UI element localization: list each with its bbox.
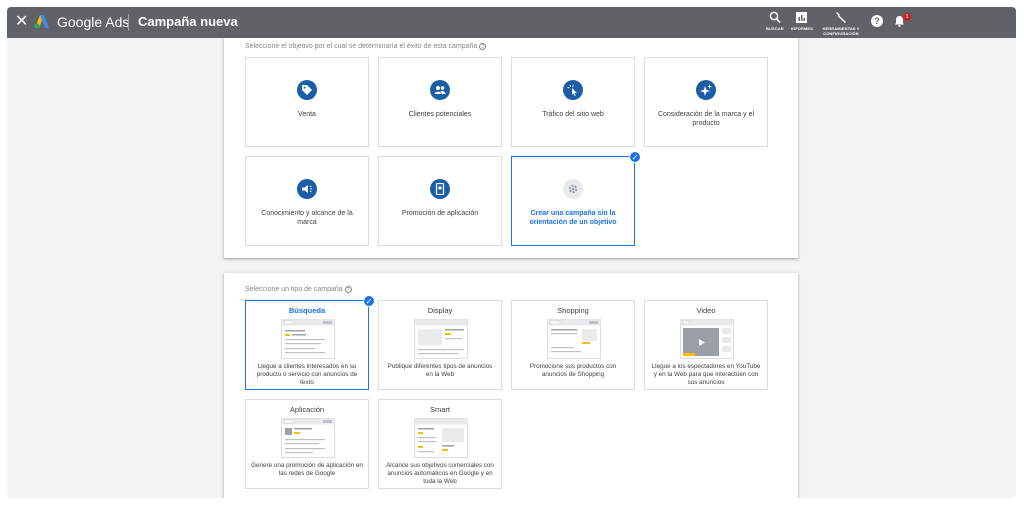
campaign-type-title: Shopping (557, 306, 589, 315)
objectives-panel: Seleccione el objetivo por el cual se de… (224, 38, 798, 258)
wrench-icon (836, 12, 846, 23)
gear-icon (563, 179, 583, 199)
objective-card-sin-objetivo[interactable]: Crear una campaña sin la orientación de … (511, 156, 635, 246)
reports-tool-button[interactable]: INFORMES (791, 11, 813, 31)
search-tool-label: BUSCAR (766, 26, 784, 31)
brand-name: Google Ads (57, 14, 130, 30)
search-icon (769, 11, 781, 24)
objective-card-venta[interactable]: Venta (245, 57, 369, 147)
cursor-click-icon (563, 80, 583, 100)
campaign-type-busqueda[interactable]: Búsqueda Llegue a clientes interesados e… (245, 300, 369, 390)
campaign-type-smart[interactable]: Smart Alcance sus objetivos comerciales … (378, 399, 502, 489)
campaign-type-section-label: Seleccione un tipo de campaña? (245, 286, 352, 293)
people-icon (430, 80, 450, 100)
objective-label: Venta (298, 111, 316, 118)
objective-card-trafico[interactable]: Tráfico del sitio web (511, 57, 635, 147)
app-ad-thumbnail (281, 418, 335, 458)
campaign-type-description: Llegue a clientes interesados en su prod… (256, 363, 358, 386)
objective-label: Conocimiento y alcance de la marca (261, 210, 353, 226)
help-circle-icon[interactable]: ? (344, 286, 352, 293)
tag-icon (297, 80, 317, 100)
campaign-type-title: Aplicación (289, 405, 325, 414)
reports-icon (796, 12, 808, 23)
campaign-type-shopping[interactable]: Shopping Promocione sus productos con an… (511, 300, 635, 390)
phone-icon (430, 179, 450, 199)
search-tool-button[interactable]: BUSCAR (766, 11, 784, 31)
selected-check-icon: ✓ (363, 295, 375, 307)
search-ad-thumbnail (281, 319, 335, 359)
campaign-type-panel: Seleccione un tipo de campaña? Búsqueda … (224, 273, 798, 498)
objective-card-promocion-aplicacion[interactable]: Promoción de aplicación (378, 156, 502, 246)
objective-label: Consideración de la marca y el producto (657, 111, 755, 127)
campaign-type-description: Genere una promoción de aplicación en la… (251, 462, 363, 477)
campaign-type-label-text: Seleccione un tipo de campaña (245, 286, 343, 293)
campaign-type-title: Display (427, 306, 453, 315)
objective-card-clientes-potenciales[interactable]: Clientes potenciales (378, 57, 502, 147)
tools-settings-button[interactable]: HERRAMIENTAS Y CONFIGURACIÓN (821, 11, 861, 36)
help-circle-icon[interactable]: ? (479, 43, 487, 50)
campaign-type-aplicacion[interactable]: Aplicación Genere una promoción de aplic… (245, 399, 369, 489)
objective-card-conocimiento[interactable]: Conocimiento y alcance de la marca (245, 156, 369, 246)
close-icon[interactable]: ✕ (15, 13, 28, 31)
campaign-type-description: Publique diferentes tipos de anuncios en… (387, 363, 493, 378)
sparkle-icon (696, 80, 716, 100)
selected-check-icon: ✓ (629, 151, 641, 163)
display-ad-thumbnail (414, 319, 468, 359)
google-ads-logo (34, 15, 49, 29)
objective-label: Clientes potenciales (408, 111, 472, 118)
objective-card-consideracion[interactable]: Consideración de la marca y el producto (644, 57, 768, 147)
objective-label: Tráfico del sitio web (542, 111, 604, 118)
top-bar: ✕ Google Ads Campaña nueva BUSCAR INFORM… (7, 7, 1016, 38)
notification-badge: 1 (903, 13, 911, 21)
page-title: Campaña nueva (138, 14, 238, 29)
campaign-type-title: Búsqueda (288, 306, 326, 315)
campaign-type-title: Video (696, 306, 716, 315)
campaign-type-title: Smart (429, 405, 450, 414)
help-icon[interactable]: ? (871, 15, 883, 27)
campaign-type-description: Promocione sus productos con anuncios de… (529, 363, 617, 378)
campaign-type-description: Llegue a los espectadores en YouTube y e… (651, 363, 761, 386)
campaign-type-video[interactable]: Video Llegue a los espectadores en YouTu… (644, 300, 768, 390)
smart-ad-thumbnail (414, 418, 468, 458)
campaign-type-description: Alcance sus objetivos comerciales con an… (386, 462, 494, 485)
objective-label: Promoción de aplicación (401, 210, 479, 217)
app-window: ✕ Google Ads Campaña nueva BUSCAR INFORM… (7, 7, 1016, 498)
tools-settings-label: HERRAMIENTAS Y CONFIGURACIÓN (822, 26, 860, 36)
reports-tool-label: INFORMES (791, 26, 813, 31)
header-divider (128, 14, 129, 31)
objectives-section-label: Seleccione el objetivo por el cual se de… (245, 43, 487, 50)
objective-label: Crear una campaña sin la orientación de … (529, 210, 617, 226)
objectives-label-text: Seleccione el objetivo por el cual se de… (245, 43, 478, 50)
shopping-ad-thumbnail (547, 319, 601, 359)
megaphone-icon (297, 179, 317, 199)
campaign-type-display[interactable]: Display Publique diferentes tipos de anu… (378, 300, 502, 390)
video-ad-thumbnail (680, 319, 734, 359)
